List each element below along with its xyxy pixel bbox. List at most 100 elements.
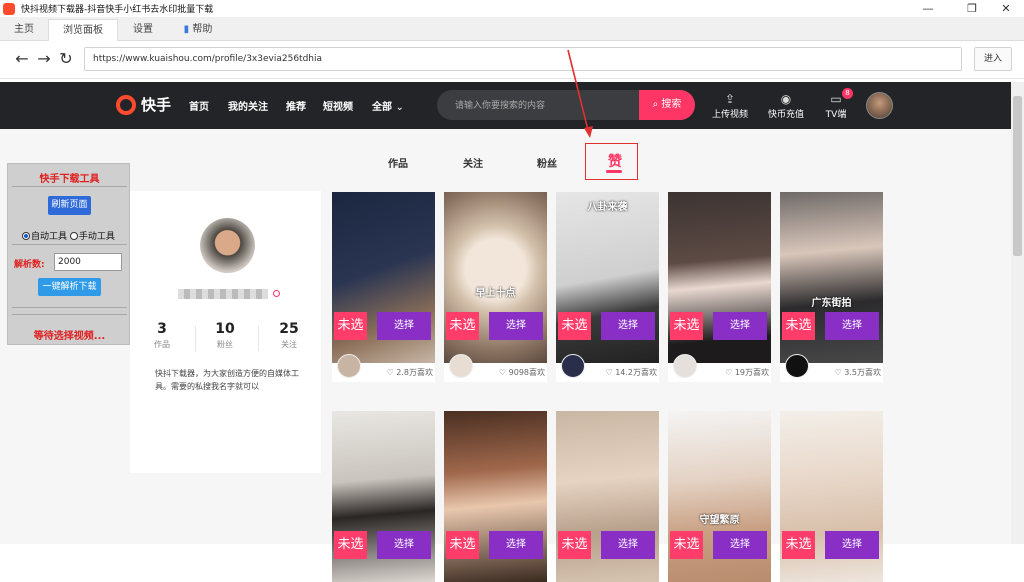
select-button[interactable]: 选择 xyxy=(825,312,879,340)
user-avatar[interactable] xyxy=(866,92,893,119)
parse-download-button[interactable]: 一键解析下载 xyxy=(38,278,101,296)
select-button[interactable]: 选择 xyxy=(377,531,431,559)
upload-video-label: 上传视频 xyxy=(711,110,748,120)
profile-name-blurred xyxy=(178,289,268,299)
search-button[interactable]: ⌕ 搜索 xyxy=(639,90,695,120)
unselected-badge[interactable]: 未选 xyxy=(446,531,479,559)
unselected-badge[interactable]: 未选 xyxy=(446,312,479,340)
site-logo[interactable]: 快手 xyxy=(116,94,171,115)
coin-recharge-button[interactable]: ◉ 快币充值 xyxy=(766,91,806,120)
url-input[interactable]: https://www.kuaishou.com/profile/3x3evia… xyxy=(84,47,962,71)
nav-short-video[interactable]: 短视频 xyxy=(323,98,353,113)
profile-tab-following[interactable]: 关注 xyxy=(463,155,483,170)
video-caption: 早上十点 xyxy=(475,288,516,299)
author-avatar[interactable] xyxy=(673,354,697,378)
author-avatar[interactable] xyxy=(561,354,585,378)
tab-home[interactable]: 主页 xyxy=(4,19,44,41)
gender-icon xyxy=(273,290,280,297)
nav-home[interactable]: 首页 xyxy=(189,98,209,113)
video-card[interactable]: 未选 选择 ♡ 19万喜欢 xyxy=(668,192,771,382)
nav-all-label: 全部 xyxy=(372,102,392,113)
select-button[interactable]: 选择 xyxy=(489,312,543,340)
tab-settings[interactable]: 设置 xyxy=(120,19,166,41)
video-card[interactable]: 早上十点 未选 选择 ♡ 9098喜欢 xyxy=(444,192,547,382)
video-card[interactable]: 未选 选择 xyxy=(332,411,435,582)
video-card[interactable]: 守望繁原 未选 选择 xyxy=(668,411,771,582)
parse-count-input[interactable]: 2000 xyxy=(54,253,122,271)
scrollbar[interactable] xyxy=(1011,82,1024,544)
divider xyxy=(12,244,127,245)
select-button[interactable]: 选择 xyxy=(713,312,767,340)
minimize-button[interactable]: — xyxy=(910,0,946,17)
video-card[interactable]: 广东街拍 未选 选择 ♡ 3.5万喜欢 xyxy=(780,192,883,382)
profile-avatar[interactable] xyxy=(200,218,255,273)
unselected-badge[interactable]: 未选 xyxy=(558,531,591,559)
select-button[interactable]: 选择 xyxy=(377,312,431,340)
nav-all[interactable]: 全部 ⌄ xyxy=(372,98,404,113)
address-bar: ← → ↻ https://www.kuaishou.com/profile/3… xyxy=(0,41,1024,79)
unselected-badge[interactable]: 未选 xyxy=(782,531,815,559)
select-button[interactable]: 选择 xyxy=(825,531,879,559)
kuaishou-logo-icon xyxy=(116,94,136,115)
tab-help[interactable]: ▮ 帮助 xyxy=(172,19,224,41)
scrollbar-thumb[interactable] xyxy=(1013,96,1022,256)
heart-icon: ♡ xyxy=(386,368,397,377)
unselected-badge[interactable]: 未选 xyxy=(670,312,703,340)
profile-tab-likes[interactable]: 赞 xyxy=(608,151,622,171)
unselected-badge[interactable]: 未选 xyxy=(558,312,591,340)
divider xyxy=(12,307,127,308)
author-avatar[interactable] xyxy=(785,354,809,378)
unselected-badge[interactable]: 未选 xyxy=(334,531,367,559)
select-button[interactable]: 选择 xyxy=(489,531,543,559)
radio-auto-label: 自动工具 xyxy=(31,232,68,242)
app-logo-icon xyxy=(3,2,15,15)
profile-card: 3 作品 10 粉丝 25 关注 快抖下载器，为大家创造方便的自媒体工具。需要的… xyxy=(130,191,321,473)
refresh-button[interactable]: 刷新页面 xyxy=(48,196,91,215)
unselected-badge[interactable]: 未选 xyxy=(334,312,367,340)
search-input[interactable]: 请输入你要搜索的内容 xyxy=(455,98,545,111)
coin-icon: ◉ xyxy=(780,92,792,106)
upload-video-button[interactable]: ⇪ 上传视频 xyxy=(710,91,750,120)
unselected-badge[interactable]: 未选 xyxy=(782,312,815,340)
video-card[interactable]: 未选 选择 xyxy=(780,411,883,582)
upload-icon: ⇪ xyxy=(724,92,736,106)
go-button[interactable]: 进入 xyxy=(974,47,1012,71)
tool-title: 快手下载工具 xyxy=(39,174,100,185)
tab-browser-panel[interactable]: 浏览面板 xyxy=(48,19,118,41)
stat-following[interactable]: 25 关注 xyxy=(264,321,314,350)
stat-works-label: 作品 xyxy=(154,340,170,349)
stat-following-value: 25 xyxy=(279,321,299,337)
stat-fans[interactable]: 10 粉丝 xyxy=(200,321,250,350)
window-titlebar: 快抖视频下载器-抖音快手小红书去水印批量下载 xyxy=(0,0,1024,17)
select-button[interactable]: 选择 xyxy=(601,312,655,340)
close-button[interactable]: ✕ xyxy=(988,0,1024,17)
active-tab-indicator xyxy=(606,170,622,173)
like-count-text: 9098喜欢 xyxy=(508,368,545,377)
divider xyxy=(12,186,127,187)
select-button[interactable]: 选择 xyxy=(713,531,767,559)
tv-label: TV端 xyxy=(825,110,847,120)
author-avatar[interactable] xyxy=(337,354,361,378)
nav-following[interactable]: 我的关注 xyxy=(228,98,268,113)
stat-divider xyxy=(195,326,196,351)
forward-arrow-icon[interactable]: → xyxy=(34,49,54,69)
window-title: 快抖视频下载器-抖音快手小红书去水印批量下载 xyxy=(21,5,214,15)
profile-tab-fans[interactable]: 粉丝 xyxy=(537,155,557,170)
video-card[interactable]: 八卦来袭 未选 选择 ♡ 14.2万喜欢 xyxy=(556,192,659,382)
stat-works[interactable]: 3 作品 xyxy=(137,321,187,350)
unselected-badge[interactable]: 未选 xyxy=(670,531,703,559)
heart-icon: ♡ xyxy=(834,368,845,377)
profile-tab-works[interactable]: 作品 xyxy=(388,155,408,170)
radio-auto[interactable] xyxy=(22,232,30,240)
video-card[interactable]: 未选 选择 xyxy=(444,411,547,582)
nav-recommend[interactable]: 推荐 xyxy=(286,98,306,113)
reload-icon[interactable]: ↻ xyxy=(56,49,76,69)
video-card[interactable]: 未选 选择 ♡ 2.8万喜欢 xyxy=(332,192,435,382)
select-button[interactable]: 选择 xyxy=(601,531,655,559)
back-arrow-icon[interactable]: ← xyxy=(12,49,32,69)
radio-manual[interactable] xyxy=(69,232,78,240)
author-avatar[interactable] xyxy=(449,354,473,378)
maximize-button[interactable]: ❐ xyxy=(954,0,990,17)
parse-count-label: 解析数: xyxy=(14,260,45,270)
video-card[interactable]: 未选 选择 xyxy=(556,411,659,582)
